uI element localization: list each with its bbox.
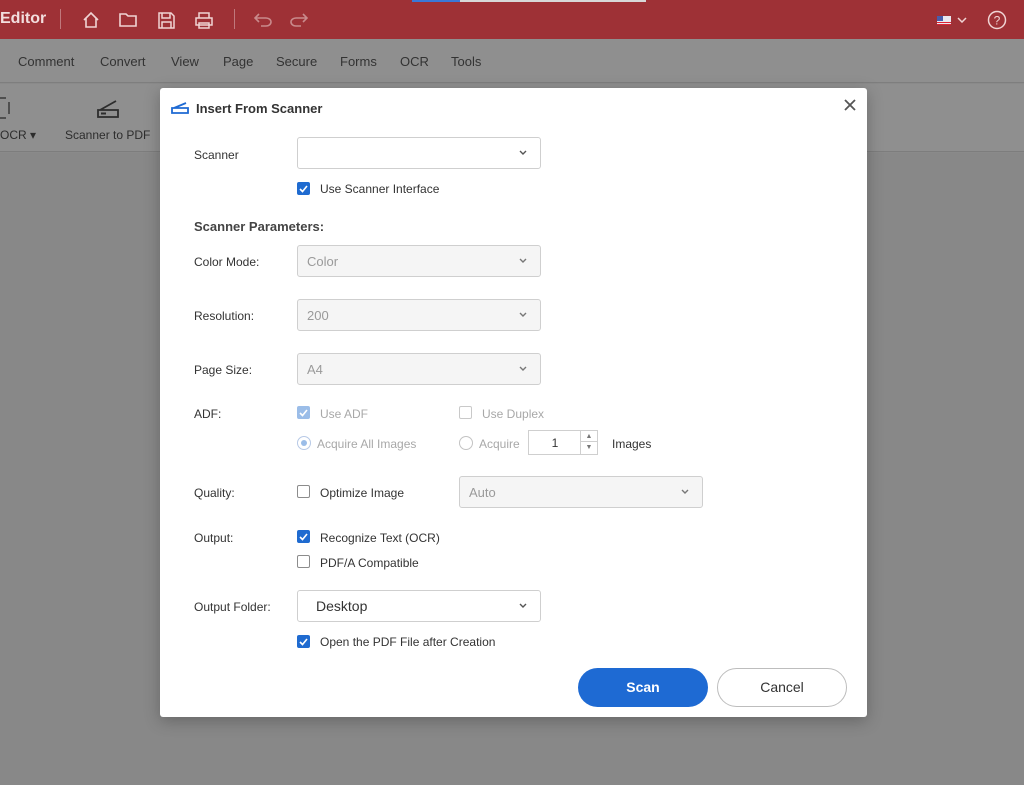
menu-forms[interactable]: Forms (340, 54, 377, 69)
menu-page[interactable]: Page (223, 54, 253, 69)
scanner-to-pdf-button[interactable]: Scanner to PDF (65, 128, 150, 142)
scanner-icon[interactable] (94, 96, 122, 123)
quality-label: Quality: (194, 486, 235, 500)
chevron-down-icon (519, 258, 527, 263)
help-icon[interactable]: ? (986, 9, 1008, 31)
scanner-label: Scanner (194, 148, 239, 162)
acquire-all-label: Acquire All Images (317, 437, 417, 451)
progress-line (412, 0, 646, 2)
open-pdf-label: Open the PDF File after Creation (320, 635, 496, 649)
acquire-label: Acquire (479, 437, 520, 451)
ocr-dropdown[interactable]: OCR ▾ (0, 128, 36, 142)
chevron-down-icon (681, 489, 689, 494)
app-title: Editor (0, 10, 47, 27)
resolution-select[interactable]: 200 (297, 299, 541, 331)
acquire-all-radio[interactable] (297, 436, 311, 450)
menu-ocr[interactable]: OCR (400, 54, 429, 69)
recognize-text-label: Recognize Text (OCR) (320, 531, 440, 545)
use-scanner-interface-label: Use Scanner Interface (320, 182, 440, 196)
quality-select[interactable]: Auto (459, 476, 703, 508)
close-icon[interactable] (842, 97, 858, 113)
menu-view[interactable]: View (171, 54, 199, 69)
resolution-label: Resolution: (194, 309, 255, 323)
chevron-down-icon[interactable] (955, 9, 969, 31)
divider (234, 9, 235, 29)
menu-tools[interactable]: Tools (451, 54, 481, 69)
acquire-radio[interactable] (459, 436, 473, 450)
svg-text:?: ? (994, 14, 1001, 28)
divider (60, 9, 61, 29)
use-adf-label: Use ADF (320, 407, 369, 421)
chevron-down-icon (519, 366, 527, 371)
menu-secure[interactable]: Secure (276, 54, 317, 69)
save-icon[interactable] (155, 9, 177, 31)
pdfa-label: PDF/A Compatible (320, 556, 419, 570)
scanner-select[interactable] (297, 137, 541, 169)
optimize-image-label: Optimize Image (320, 486, 405, 500)
stepper-down-icon[interactable]: ▼ (581, 442, 597, 453)
page-size-label: Page Size: (194, 363, 253, 377)
scanner-parameters-heading: Scanner Parameters: (194, 219, 325, 234)
output-folder-select[interactable]: Desktop (297, 590, 541, 622)
ocr-icon[interactable] (0, 96, 12, 123)
images-label: Images (612, 437, 652, 451)
output-folder-label: Output Folder: (194, 600, 271, 614)
stepper-arrows[interactable]: ▲ ▼ (580, 431, 597, 454)
open-pdf-checkbox[interactable] (297, 635, 310, 648)
adf-label: ADF: (194, 407, 222, 421)
pdfa-checkbox[interactable] (297, 555, 310, 568)
title-bar: Editor ? (0, 0, 1024, 39)
menu-comment[interactable]: Comment (18, 54, 74, 69)
color-mode-select[interactable]: Color (297, 245, 541, 277)
insert-from-scanner-dialog: Insert From Scanner Scanner Use Scanner … (160, 88, 867, 717)
undo-icon[interactable] (252, 9, 274, 31)
chevron-down-icon (519, 150, 527, 155)
color-mode-label: Color Mode: (194, 255, 260, 269)
recognize-text-checkbox[interactable] (297, 530, 310, 543)
use-adf-checkbox[interactable] (297, 406, 310, 419)
flag-icon[interactable] (936, 9, 952, 31)
chevron-down-icon (519, 312, 527, 317)
scan-button[interactable]: Scan (578, 668, 708, 707)
use-duplex-checkbox[interactable] (459, 406, 472, 419)
folder-icon[interactable] (117, 9, 139, 31)
chevron-down-icon (519, 603, 527, 608)
dialog-title: Insert From Scanner (196, 101, 323, 116)
cancel-button[interactable]: Cancel (717, 668, 847, 707)
print-icon[interactable] (193, 9, 215, 31)
stepper-up-icon[interactable]: ▲ (581, 431, 597, 442)
use-scanner-interface-checkbox[interactable] (297, 182, 310, 195)
menu-convert[interactable]: Convert (100, 54, 146, 69)
use-duplex-label: Use Duplex (482, 407, 545, 421)
redo-icon[interactable] (288, 9, 310, 31)
acquire-count-stepper[interactable]: 1 ▲ ▼ (528, 430, 598, 455)
output-label: Output: (194, 531, 234, 545)
optimize-image-checkbox[interactable] (297, 485, 310, 498)
menu-bar: Comment Convert View Page Secure Forms O… (0, 39, 1024, 83)
page-size-select[interactable]: A4 (297, 353, 541, 385)
home-icon[interactable] (80, 9, 102, 31)
scanner-icon (171, 102, 189, 114)
